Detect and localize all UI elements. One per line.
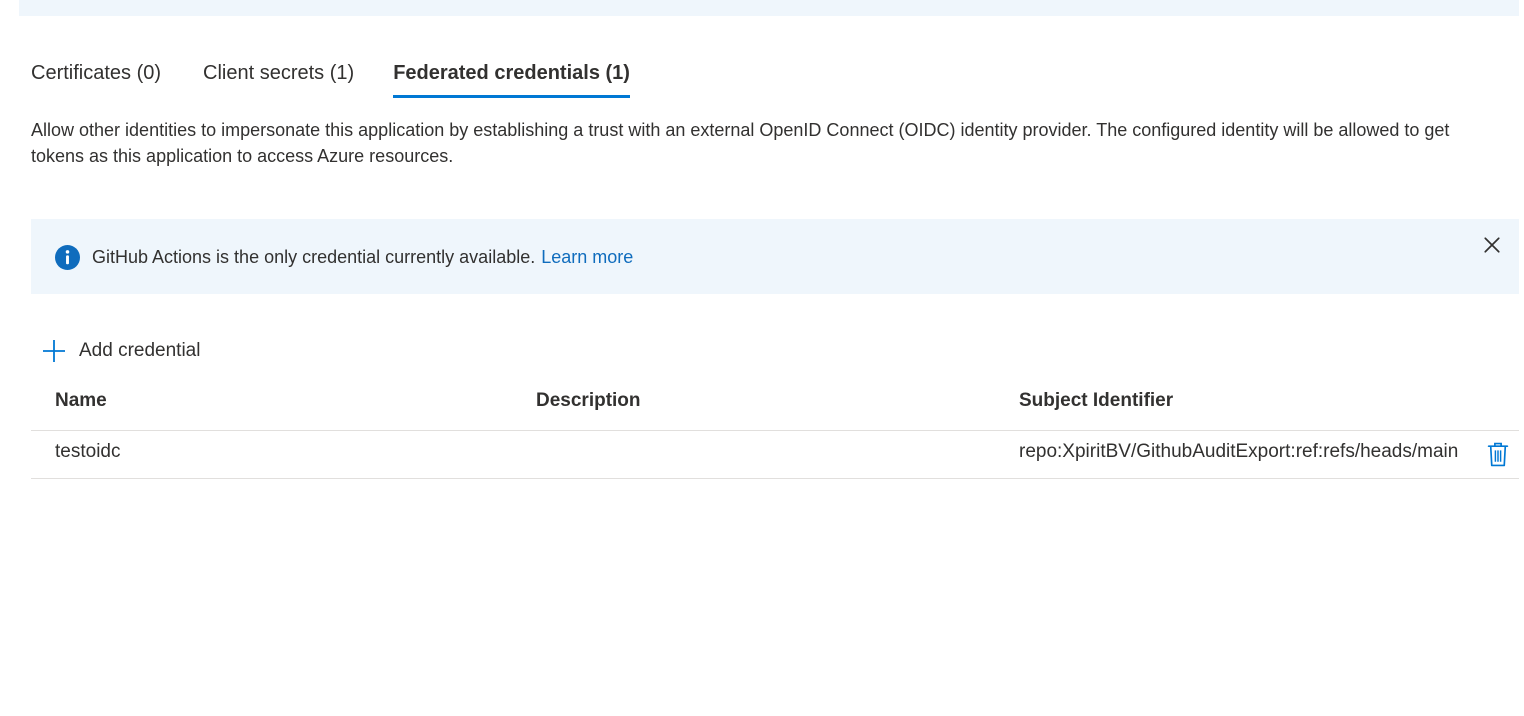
close-icon[interactable] <box>1483 236 1501 254</box>
tab-certificates[interactable]: Certificates (0) <box>31 58 161 98</box>
learn-more-link[interactable]: Learn more <box>541 247 633 267</box>
trash-icon[interactable] <box>1487 442 1509 467</box>
add-credential-button[interactable]: Add credential <box>42 336 200 366</box>
add-credential-label: Add credential <box>79 340 201 361</box>
row-subject-identifier: repo:XpiritBV/GithubAuditExport:ref:refs… <box>1019 441 1459 462</box>
info-message-text: GitHub Actions is the only credential cu… <box>92 247 536 267</box>
column-header-subject-identifier[interactable]: Subject Identifier <box>1019 390 1462 412</box>
info-message: GitHub Actions is the only credential cu… <box>92 245 633 269</box>
page-description: Allow other identities to impersonate th… <box>31 120 1450 166</box>
column-header-name[interactable]: Name <box>55 390 515 412</box>
row-name: testoidc <box>55 441 121 462</box>
tab-federated-credentials[interactable]: Federated credentials (1) <box>393 58 630 98</box>
credential-tabs: Certificates (0) Client secrets (1) Fede… <box>31 58 630 100</box>
credentials-table: Name Description Subject Identifier test… <box>31 383 1519 479</box>
info-message-bar: GitHub Actions is the only credential cu… <box>31 219 1519 294</box>
table-header: Name Description Subject Identifier <box>31 383 1519 431</box>
info-icon <box>55 245 80 270</box>
column-header-description[interactable]: Description <box>536 390 996 412</box>
plus-icon <box>43 340 65 362</box>
table-row[interactable]: testoidc repo:XpiritBV/GithubAuditExport… <box>31 431 1519 479</box>
top-banner <box>19 0 1519 16</box>
tab-client-secrets[interactable]: Client secrets (1) <box>203 58 354 98</box>
